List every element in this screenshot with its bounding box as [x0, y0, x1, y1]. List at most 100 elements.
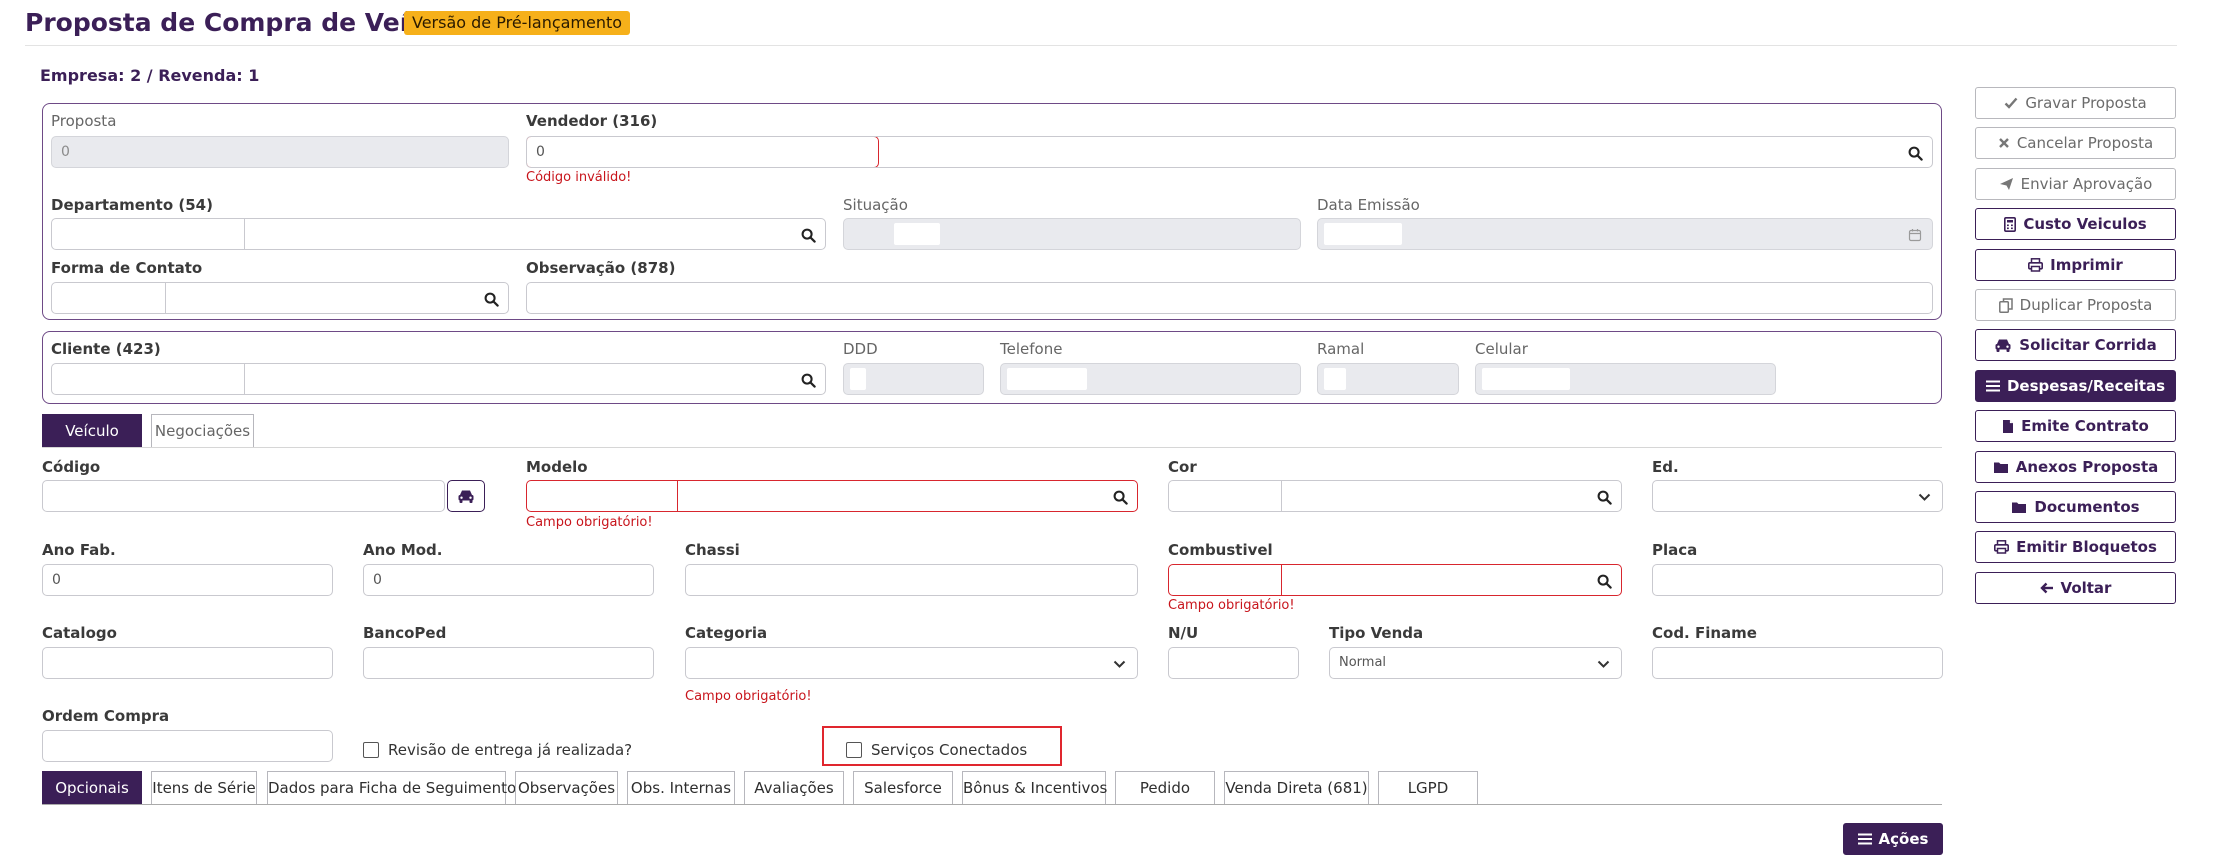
search-icon[interactable]	[483, 291, 499, 307]
search-icon[interactable]	[1596, 573, 1612, 589]
sidebar-cancelar-proposta-button[interactable]: Cancelar Proposta	[1975, 127, 2176, 159]
sidebar-enviar-aprovacao-button[interactable]: Enviar Aprovação	[1975, 168, 2176, 200]
chevron-down-icon	[1917, 490, 1931, 504]
sidebar-button-label: Duplicar Proposta	[2019, 296, 2153, 314]
chevron-down-icon	[1112, 657, 1126, 671]
vendedor-label: Vendedor (316)	[526, 112, 658, 130]
check-icon	[2004, 97, 2018, 109]
ddd-input	[843, 363, 984, 395]
ano-mod-label: Ano Mod.	[363, 541, 443, 559]
page-title: Proposta de Compra de Veículo	[25, 8, 467, 37]
print-icon	[2028, 258, 2044, 272]
cor-field[interactable]	[1168, 480, 1622, 512]
tab-avaliacoes[interactable]: Avaliações	[744, 771, 844, 805]
categoria-select[interactable]	[685, 647, 1138, 679]
combustivel-field[interactable]	[1168, 564, 1622, 596]
bars-icon	[1985, 380, 2000, 392]
tab-pedido[interactable]: Pedido	[1115, 771, 1215, 805]
situacao-label: Situação	[843, 196, 908, 214]
celular-label: Celular	[1475, 340, 1528, 358]
sidebar-voltar-button[interactable]: Voltar	[1975, 572, 2176, 604]
tipo-venda-select[interactable]: Normal	[1329, 647, 1622, 679]
cod-finame-input[interactable]	[1652, 647, 1943, 679]
sidebar-duplicar-proposta-button[interactable]: Duplicar Proposta	[1975, 289, 2176, 321]
tab-negociacoes[interactable]: Negociações	[151, 414, 254, 448]
sidebar-emite-contrato-button[interactable]: Emite Contrato	[1975, 410, 2176, 442]
tab-venda-direta[interactable]: Venda Direta (681)	[1224, 771, 1369, 805]
ano-fab-input[interactable]: 0	[42, 564, 333, 596]
car-lookup-button[interactable]	[447, 480, 485, 512]
tab-observacoes[interactable]: Observações	[515, 771, 618, 805]
sidebar-imprimir-button[interactable]: Imprimir	[1975, 249, 2176, 281]
folder-icon	[2011, 501, 2027, 514]
sidebar-button-label: Cancelar Proposta	[2016, 134, 2154, 152]
departamento-field[interactable]	[51, 218, 826, 250]
tab-veiculo[interactable]: Veículo	[42, 414, 142, 448]
ed-select[interactable]	[1652, 480, 1943, 512]
search-icon[interactable]	[800, 227, 816, 243]
forma-contato-label: Forma de Contato	[51, 259, 203, 277]
servicos-conectados-checkbox[interactable]	[846, 742, 862, 758]
tab-salesforce[interactable]: Salesforce	[853, 771, 953, 805]
file-icon	[2002, 419, 2014, 434]
tab-bonus-incentivos[interactable]: Bônus & Incentivos	[962, 771, 1107, 805]
ordem-compra-input[interactable]	[42, 730, 333, 762]
placa-label: Placa	[1652, 541, 1698, 559]
codigo-input[interactable]	[42, 480, 445, 512]
arrow-left-icon	[2039, 582, 2054, 594]
search-icon[interactable]	[1596, 489, 1612, 505]
search-icon[interactable]	[1112, 489, 1128, 505]
cliente-label: Cliente (423)	[51, 340, 161, 358]
tipo-venda-value: Normal	[1339, 655, 1387, 670]
sidebar-despesas-receitas-button[interactable]: Despesas/Receitas	[1975, 370, 2176, 402]
calculator-icon	[2004, 216, 2017, 232]
tab-dados-ficha-seguimento[interactable]: Dados para Ficha de Seguimento	[267, 771, 516, 805]
chassi-input[interactable]	[685, 564, 1138, 596]
acoes-button[interactable]: Ações	[1843, 823, 1943, 855]
combustivel-label: Combustivel	[1168, 541, 1273, 559]
forma-contato-field[interactable]	[51, 282, 509, 314]
observacao-input[interactable]	[526, 282, 1933, 314]
servicos-conectados-label: Serviços Conectados	[871, 741, 1028, 759]
sidebar-solicitar-corrida-button[interactable]: Solicitar Corrida	[1975, 329, 2176, 361]
servicos-checkbox-row[interactable]: Serviços Conectados	[846, 741, 1027, 759]
ano-fab-label: Ano Fab.	[42, 541, 116, 559]
sidebar-anexos-proposta-button[interactable]: Anexos Proposta	[1975, 451, 2176, 483]
copy-icon	[1998, 297, 2013, 313]
vendedor-code-input[interactable]: 0	[527, 137, 879, 167]
modelo-label: Modelo	[526, 458, 588, 476]
sidebar-custo-veiculos-button[interactable]: Custo Veiculos	[1975, 208, 2176, 240]
celular-input	[1475, 363, 1776, 395]
search-icon[interactable]	[800, 372, 816, 388]
tab-opcionais[interactable]: Opcionais	[42, 771, 142, 805]
paper-plane-icon	[1999, 177, 2014, 191]
sidebar-documentos-button[interactable]: Documentos	[1975, 491, 2176, 523]
bancoped-label: BancoPed	[363, 624, 447, 642]
ano-mod-input[interactable]: 0	[363, 564, 654, 596]
vendedor-field[interactable]: 0	[526, 136, 1933, 168]
search-icon[interactable]	[1907, 145, 1923, 161]
sidebar-button-label: Custo Veiculos	[2023, 215, 2147, 233]
vendedor-error: Código inválido!	[526, 170, 632, 185]
revisao-checkbox[interactable]	[363, 742, 379, 758]
sidebar-emitir-bloquetos-button[interactable]: Emitir Bloquetos	[1975, 531, 2176, 563]
tab-itens-de-serie[interactable]: Itens de Série	[151, 771, 257, 805]
tab-lgpd[interactable]: LGPD	[1378, 771, 1478, 805]
placa-input[interactable]	[1652, 564, 1943, 596]
bancoped-input[interactable]	[363, 647, 654, 679]
catalogo-input[interactable]	[42, 647, 333, 679]
chassi-label: Chassi	[685, 541, 740, 559]
tab-obs-internas[interactable]: Obs. Internas	[627, 771, 735, 805]
cliente-field[interactable]	[51, 363, 826, 395]
sidebar-button-label: Despesas/Receitas	[2006, 377, 2166, 395]
sidebar-button-label: Gravar Proposta	[2025, 94, 2147, 112]
revisao-checkbox-row[interactable]: Revisão de entrega já realizada?	[363, 741, 632, 759]
folder-icon	[1993, 461, 2009, 474]
sidebar-button-label: Emitir Bloquetos	[2016, 538, 2157, 556]
nu-input[interactable]	[1168, 647, 1299, 679]
sidebar-gravar-proposta-button[interactable]: Gravar Proposta	[1975, 87, 2176, 119]
car-icon	[1994, 337, 2012, 353]
sidebar-button-label: Emite Contrato	[2021, 417, 2149, 435]
print-icon	[1994, 540, 2010, 554]
modelo-field[interactable]	[526, 480, 1138, 512]
